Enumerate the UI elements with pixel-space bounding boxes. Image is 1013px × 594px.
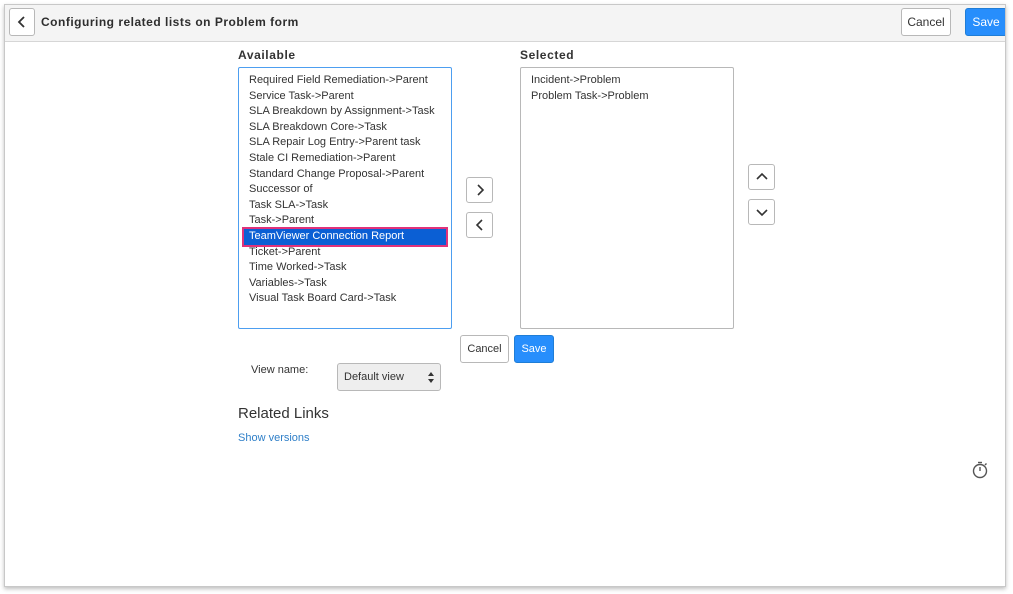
- add-to-selected-button[interactable]: [466, 177, 493, 203]
- list-item[interactable]: Standard Change Proposal->Parent: [239, 167, 451, 183]
- available-label: Available: [238, 48, 296, 62]
- chevron-up-icon: [755, 172, 768, 180]
- chevron-right-icon: [476, 184, 484, 196]
- back-button[interactable]: [9, 8, 35, 36]
- save-button[interactable]: Save: [514, 335, 554, 363]
- show-versions-link[interactable]: Show versions: [238, 432, 310, 444]
- list-item[interactable]: SLA Repair Log Entry->Parent task: [239, 135, 451, 151]
- stopwatch-icon[interactable]: [970, 460, 990, 480]
- move-down-button[interactable]: [748, 199, 775, 225]
- list-item[interactable]: Task SLA->Task: [239, 198, 451, 214]
- selected-label: Selected: [520, 48, 575, 62]
- list-item[interactable]: Ticket->Parent: [239, 245, 451, 261]
- header-save-button[interactable]: Save: [965, 8, 1005, 36]
- view-name-value: Default view: [344, 371, 404, 383]
- page-title: Configuring related lists on Problem for…: [41, 15, 299, 29]
- move-up-button[interactable]: [748, 164, 775, 190]
- header-cancel-button[interactable]: Cancel: [901, 8, 951, 36]
- view-name-label: View name:: [251, 364, 309, 376]
- list-item[interactable]: Variables->Task: [239, 276, 451, 292]
- remove-from-selected-button[interactable]: [466, 212, 493, 238]
- available-list[interactable]: Required Field Remediation->Parent Servi…: [238, 67, 452, 329]
- view-name-select[interactable]: Default view: [337, 363, 441, 391]
- list-item[interactable]: Service Task->Parent: [239, 89, 451, 105]
- list-item[interactable]: Time Worked->Task: [239, 260, 451, 276]
- list-item[interactable]: SLA Breakdown Core->Task: [239, 120, 451, 136]
- list-item[interactable]: Problem Task->Problem: [521, 89, 733, 105]
- header-bar: Configuring related lists on Problem for…: [5, 5, 1005, 42]
- sort-arrows-icon: [428, 372, 434, 383]
- list-item-selected[interactable]: TeamViewer Connection Report: [242, 226, 448, 247]
- chevron-left-icon: [17, 16, 25, 28]
- app-window: Configuring related lists on Problem for…: [4, 4, 1006, 587]
- list-item[interactable]: Stale CI Remediation->Parent: [239, 151, 451, 167]
- list-item[interactable]: Task->Parent: [239, 213, 451, 229]
- cancel-button[interactable]: Cancel: [460, 335, 509, 363]
- list-item[interactable]: Visual Task Board Card->Task: [239, 291, 451, 307]
- list-item[interactable]: Successor of: [239, 182, 451, 198]
- list-item[interactable]: Required Field Remediation->Parent: [239, 73, 451, 89]
- list-item[interactable]: Incident->Problem: [521, 73, 733, 89]
- chevron-down-icon: [755, 209, 768, 217]
- chevron-left-icon: [475, 219, 483, 231]
- related-links-heading: Related Links: [238, 405, 329, 422]
- list-item[interactable]: SLA Breakdown by Assignment->Task: [239, 104, 451, 120]
- selected-list[interactable]: Incident->Problem Problem Task->Problem: [520, 67, 734, 329]
